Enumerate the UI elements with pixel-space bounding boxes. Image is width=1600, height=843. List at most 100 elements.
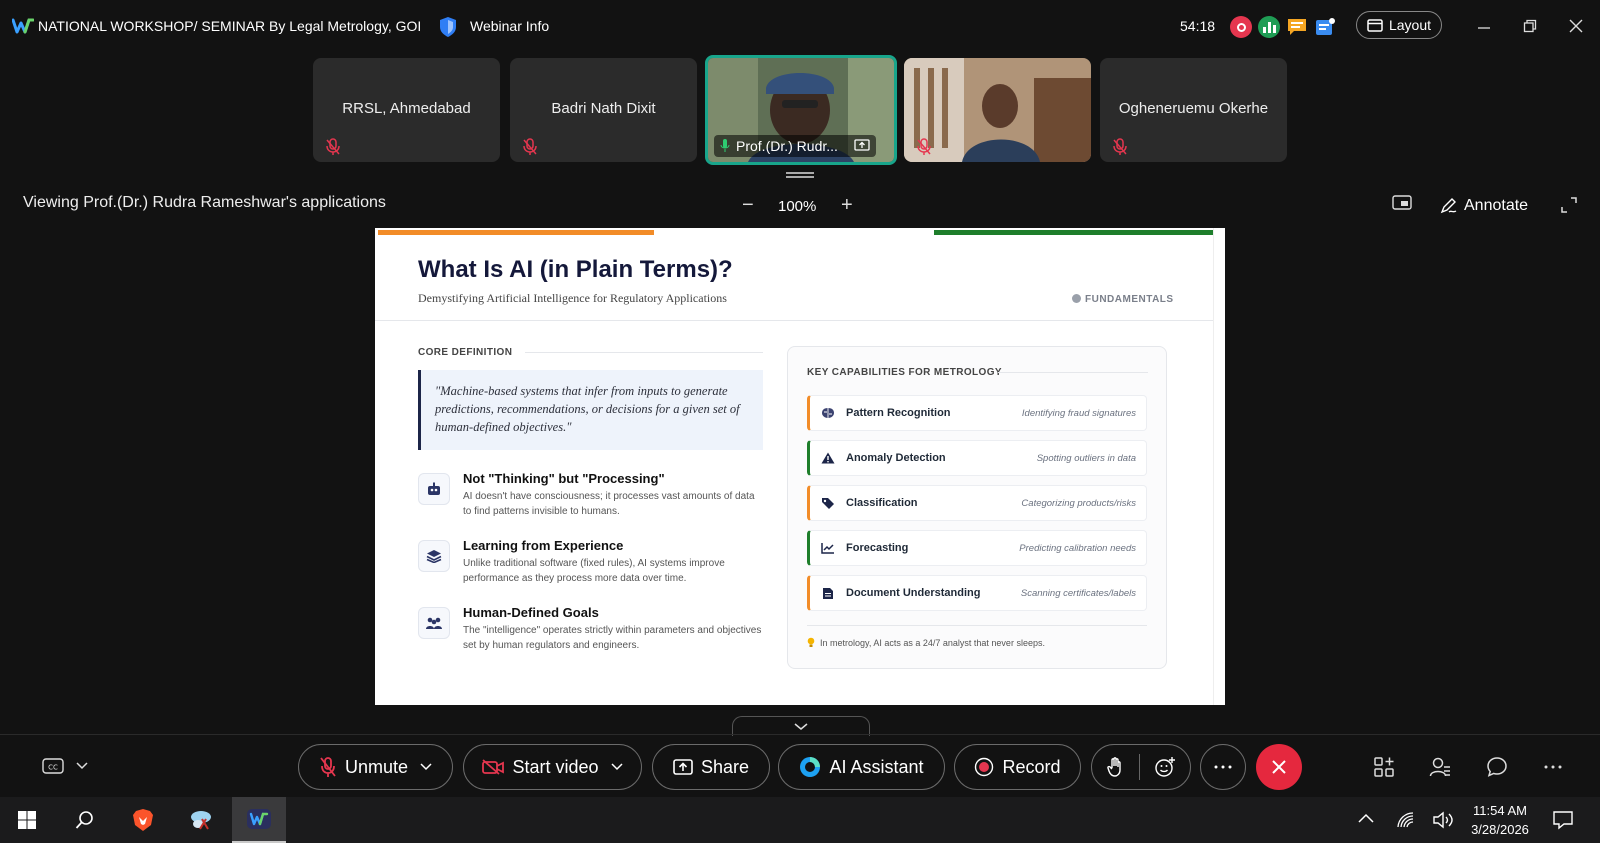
chat-bubble-icon: [1487, 757, 1507, 777]
recording-indicator-icon[interactable]: [1230, 16, 1252, 38]
participant-tile[interactable]: Ogheneruemu Okerhe: [1100, 58, 1287, 162]
robot-icon: [428, 482, 440, 495]
participant-tile[interactable]: [904, 58, 1091, 162]
minimize-button[interactable]: [1472, 14, 1496, 38]
raise-hand-icon[interactable]: [1106, 756, 1125, 778]
record-label: Record: [1002, 756, 1061, 777]
zoom-in-button[interactable]: +: [841, 194, 853, 217]
participant-name: Prof.(Dr.) Rudr...: [736, 138, 838, 154]
chat-panel-button[interactable]: [1484, 754, 1510, 780]
feature-title: Human-Defined Goals: [463, 605, 599, 620]
accent-bar-orange: [378, 230, 654, 235]
collapse-tab[interactable]: [732, 716, 870, 736]
restore-icon: [1523, 19, 1537, 33]
start-video-button[interactable]: Start video: [463, 744, 642, 790]
emoji-reaction-icon[interactable]: [1154, 756, 1176, 778]
pop-out-share-icon[interactable]: [1392, 195, 1412, 213]
annotate-button[interactable]: Annotate: [1440, 197, 1528, 215]
apps-button[interactable]: [1371, 754, 1397, 780]
system-clock[interactable]: 11:54 AM 3/28/2026: [1460, 801, 1540, 839]
taskbar-app-brave[interactable]: [116, 797, 170, 843]
captions-button[interactable]: CC: [42, 758, 88, 774]
polling-icon[interactable]: [1258, 16, 1280, 38]
capability-description: Spotting outliers in data: [1036, 452, 1136, 464]
close-button[interactable]: [1564, 14, 1588, 38]
clock-time: 11:54 AM: [1473, 803, 1527, 818]
search-button[interactable]: [58, 797, 112, 843]
feature-icon: [418, 473, 450, 505]
closed-captions-icon: CC: [42, 758, 64, 774]
capability-row: Anomaly Detection Spotting outliers in d…: [807, 440, 1147, 476]
feature-description: The "intelligence" operates strictly wit…: [463, 625, 762, 651]
divider: [998, 372, 1148, 373]
webex-logo-icon: [247, 809, 271, 829]
taskbar-app-webex[interactable]: [232, 797, 286, 843]
lightbulb-icon: [807, 637, 815, 647]
participants-button[interactable]: [1427, 754, 1453, 780]
clock-date: 3/28/2026: [1471, 822, 1529, 837]
divider: [375, 320, 1213, 321]
divider: [0, 734, 1600, 735]
title-bar: NATIONAL WORKSHOP/ SEMINAR By Legal Metr…: [0, 0, 1600, 54]
brave-browser-icon: [133, 809, 153, 831]
fundamentals-tag: FUNDAMENTALS: [1072, 294, 1174, 305]
unmute-button[interactable]: Unmute: [298, 744, 453, 790]
participant-tile-active-speaker[interactable]: Prof.(Dr.) Rudr...: [705, 55, 897, 165]
feature-description: AI doesn't have consciousness; it proces…: [463, 491, 755, 517]
snipping-tool-icon: [191, 811, 211, 830]
capability-row: Pattern Recognition Identifying fraud si…: [807, 395, 1147, 431]
resize-handle[interactable]: [786, 172, 814, 178]
mic-muted-icon: [326, 138, 340, 155]
participant-name: Badri Nath Dixit: [551, 100, 656, 117]
apps-icon: [1374, 757, 1394, 777]
ai-assistant-button[interactable]: AI Assistant: [778, 744, 945, 790]
more-options-button[interactable]: [1200, 744, 1246, 790]
ai-assistant-icon: [800, 757, 821, 777]
leave-meeting-button[interactable]: [1256, 744, 1302, 790]
capabilities-label: KEY CAPABILITIES FOR METROLOGY: [807, 367, 1002, 378]
slide-edge: [1213, 228, 1214, 705]
start-button[interactable]: [0, 797, 54, 843]
zoom-out-button[interactable]: −: [742, 194, 754, 217]
share-button[interactable]: Share: [652, 744, 770, 790]
chevron-up-icon[interactable]: [1358, 813, 1374, 823]
record-icon: [975, 757, 994, 777]
notifications-icon[interactable]: [1552, 810, 1574, 830]
viewing-share-label: Viewing Prof.(Dr.) Rudra Rameshwar's app…: [23, 194, 386, 211]
record-button[interactable]: Record: [954, 744, 1081, 790]
definition-quote: "Machine-based systems that infer from i…: [418, 370, 763, 450]
close-icon: [1569, 19, 1583, 33]
windows-logo-icon: [18, 811, 36, 829]
webinar-info-link[interactable]: Webinar Info: [470, 18, 549, 34]
accent-bar-green: [934, 230, 1213, 235]
restore-button[interactable]: [1518, 14, 1542, 38]
participant-tile[interactable]: Badri Nath Dixit: [510, 58, 697, 162]
zoom-level: 100%: [778, 198, 817, 215]
fullscreen-icon[interactable]: [1560, 196, 1578, 214]
pen-icon: [1440, 198, 1457, 214]
qa-icon[interactable]: [1314, 16, 1336, 38]
participant-name: Ogheneruemu Okerhe: [1118, 100, 1269, 117]
more-panels-button[interactable]: [1540, 754, 1566, 780]
volume-icon[interactable]: [1432, 811, 1454, 829]
core-definition-label: CORE DEFINITION: [418, 347, 513, 358]
wifi-icon[interactable]: [1396, 811, 1416, 829]
layers-icon: [426, 550, 442, 563]
shield-icon[interactable]: [438, 16, 458, 38]
unmute-label: Unmute: [344, 756, 409, 777]
mic-active-icon: [720, 139, 730, 152]
share-label: Share: [700, 756, 750, 777]
chat-icon[interactable]: [1286, 16, 1308, 38]
annotate-label: Annotate: [1464, 197, 1529, 214]
people-icon: [426, 617, 442, 629]
capability-name: Pattern Recognition: [846, 407, 951, 419]
layout-button[interactable]: Layout: [1356, 11, 1442, 39]
windows-taskbar: 11:54 AM 3/28/2026: [0, 797, 1600, 843]
capability-name: Anomaly Detection: [846, 452, 946, 464]
participant-video: [904, 58, 1091, 162]
webex-logo-icon: [12, 18, 34, 34]
capability-description: Predicting calibration needs: [1019, 542, 1136, 554]
participant-tile[interactable]: RRSL, Ahmedabad: [313, 58, 500, 162]
taskbar-app-snipping[interactable]: [174, 797, 228, 843]
chevron-down-icon: [76, 762, 88, 770]
